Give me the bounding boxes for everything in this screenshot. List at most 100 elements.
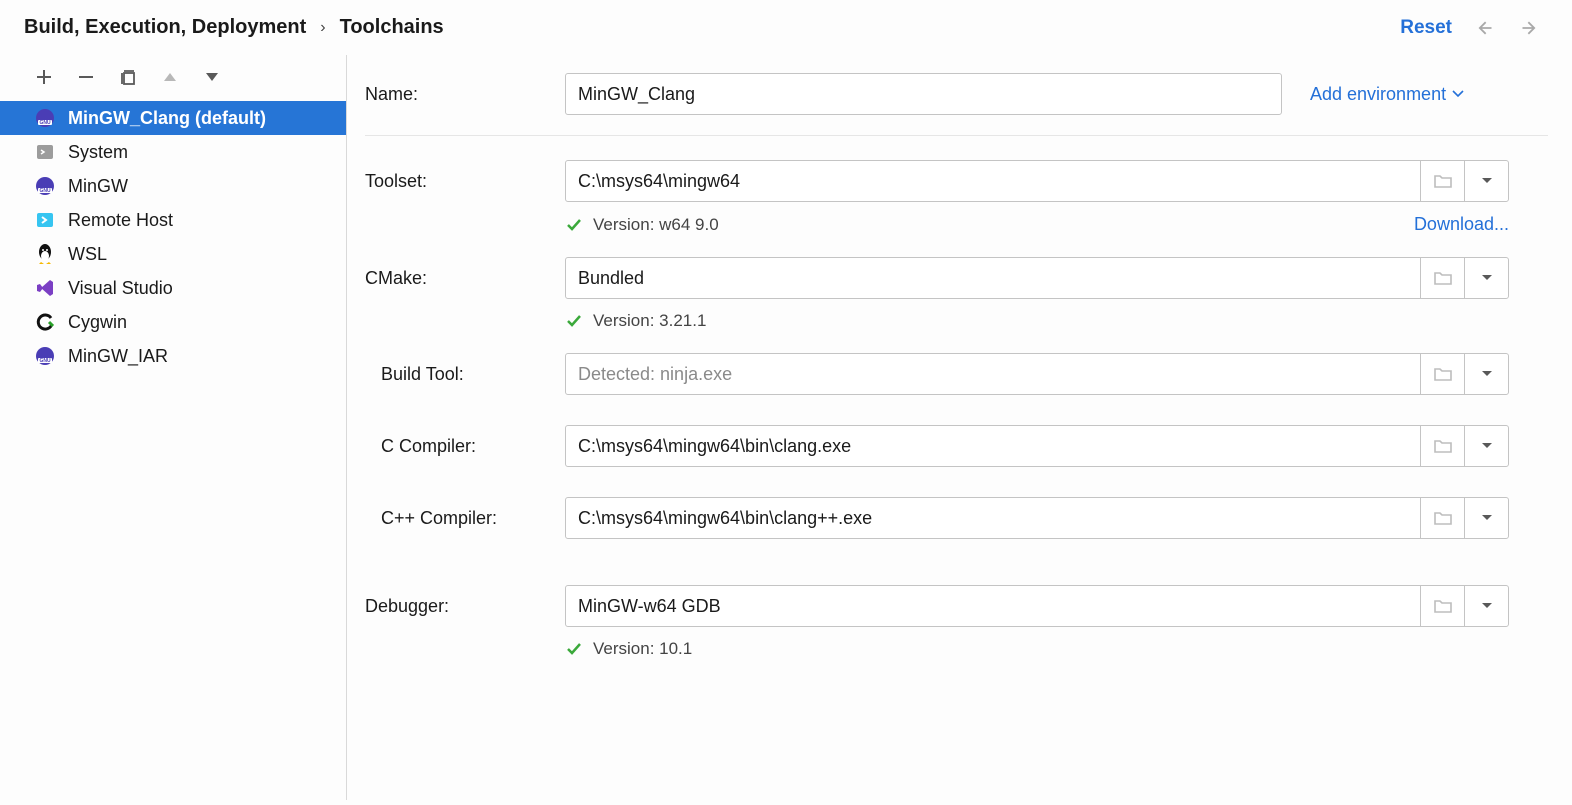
add-environment-button[interactable]: Add environment [1310,84,1464,105]
sidebar-item-label: System [68,142,128,163]
browse-icon[interactable] [1420,426,1464,466]
browse-icon[interactable] [1420,498,1464,538]
add-environment-label: Add environment [1310,84,1446,105]
cmake-input[interactable] [566,268,1420,289]
visual-studio-icon [34,277,56,299]
cmake-status: Version: 3.21.1 [565,311,706,331]
chevron-down-icon[interactable] [1464,258,1508,298]
svg-text:GNU: GNU [39,358,51,364]
sidebar-item-label: Remote Host [68,210,173,231]
back-arrow-icon[interactable] [1470,18,1498,38]
gnu-icon: GNU [34,107,56,129]
header: Build, Execution, Deployment › Toolchain… [0,0,1572,55]
toolset-combo[interactable] [565,160,1509,202]
name-label: Name: [365,84,565,105]
add-icon[interactable] [34,67,54,87]
copy-icon[interactable] [118,67,138,87]
debugger-status: Version: 10.1 [565,639,692,659]
cmake-label: CMake: [365,268,565,289]
move-down-icon[interactable] [202,67,222,87]
cppcompiler-combo[interactable] [565,497,1509,539]
debugger-label: Debugger: [365,596,565,617]
cygwin-icon [34,311,56,333]
row-ccompiler: C Compiler: [365,425,1548,467]
tux-icon [34,243,56,265]
move-up-icon[interactable] [160,67,180,87]
browse-icon[interactable] [1420,161,1464,201]
toolset-label: Toolset: [365,171,565,192]
gnu-icon: GNU [34,175,56,197]
buildtool-label: Build Tool: [365,364,565,385]
sidebar-item-label: MinGW_IAR [68,346,168,367]
toolset-status: Version: w64 9.0 [565,215,719,235]
main-panel: Name: Add environment Toolset: Version: … [347,55,1572,800]
reset-button[interactable]: Reset [1400,17,1452,39]
sidebar-item-label: WSL [68,244,107,265]
gnu-icon: GNU [34,345,56,367]
breadcrumb: Build, Execution, Deployment › Toolchain… [24,16,444,39]
chevron-down-icon[interactable] [1464,426,1508,466]
row-debugger: Debugger: [365,585,1548,627]
row-buildtool: Build Tool: [365,353,1548,395]
row-cppcompiler: C++ Compiler: [365,497,1548,539]
sidebar-item-label: Cygwin [68,312,127,333]
row-cmake: CMake: [365,257,1548,299]
chevron-down-icon[interactable] [1464,161,1508,201]
ccompiler-label: C Compiler: [365,436,565,457]
toolset-status-row: Version: w64 9.0 Download... [565,214,1509,235]
download-link[interactable]: Download... [1414,214,1509,235]
cmake-version-text: Version: 3.21.1 [593,311,706,331]
browse-icon[interactable] [1420,586,1464,626]
chevron-right-icon: › [320,19,325,37]
browse-icon[interactable] [1420,258,1464,298]
cmake-combo[interactable] [565,257,1509,299]
buildtool-input[interactable] [566,364,1420,385]
remove-icon[interactable] [76,67,96,87]
ccompiler-combo[interactable] [565,425,1509,467]
chevron-down-icon [1452,90,1464,98]
header-actions: Reset [1400,17,1544,39]
chevron-down-icon[interactable] [1464,498,1508,538]
system-icon [34,141,56,163]
toolset-input[interactable] [566,171,1420,192]
sidebar: GNU MinGW_Clang (default) System GNU Min… [0,55,347,800]
breadcrumb-current: Toolchains [340,16,444,39]
debugger-version-text: Version: 10.1 [593,639,692,659]
sidebar-item-label: MinGW [68,176,128,197]
sidebar-item-remote-host[interactable]: Remote Host [0,203,346,237]
toolset-version-text: Version: w64 9.0 [593,215,719,235]
chevron-down-icon[interactable] [1464,586,1508,626]
chevron-down-icon[interactable] [1464,354,1508,394]
ccompiler-input[interactable] [566,436,1420,457]
toolchain-list: GNU MinGW_Clang (default) System GNU Min… [0,101,346,373]
sidebar-item-label: Visual Studio [68,278,173,299]
sidebar-item-system[interactable]: System [0,135,346,169]
sidebar-item-cygwin[interactable]: Cygwin [0,305,346,339]
sidebar-item-wsl[interactable]: WSL [0,237,346,271]
row-name: Name: Add environment [365,73,1548,136]
body: GNU MinGW_Clang (default) System GNU Min… [0,55,1572,800]
sidebar-item-label: MinGW_Clang (default) [68,108,266,129]
cppcompiler-label: C++ Compiler: [365,508,565,529]
breadcrumb-parent[interactable]: Build, Execution, Deployment [24,16,306,39]
name-input[interactable] [565,73,1282,115]
sidebar-toolbar [0,61,346,101]
svg-text:GNU: GNU [39,120,51,126]
sidebar-item-mingw[interactable]: GNU MinGW [0,169,346,203]
buildtool-combo[interactable] [565,353,1509,395]
debugger-input[interactable] [566,596,1420,617]
check-icon [565,640,583,658]
row-toolset: Toolset: [365,160,1548,202]
debugger-status-row: Version: 10.1 [565,639,1509,659]
svg-text:GNU: GNU [39,188,51,194]
check-icon [565,312,583,330]
forward-arrow-icon[interactable] [1516,18,1544,38]
remote-icon [34,209,56,231]
sidebar-item-visual-studio[interactable]: Visual Studio [0,271,346,305]
debugger-combo[interactable] [565,585,1509,627]
sidebar-item-mingw-iar[interactable]: GNU MinGW_IAR [0,339,346,373]
sidebar-item-mingw-clang[interactable]: GNU MinGW_Clang (default) [0,101,346,135]
browse-icon[interactable] [1420,354,1464,394]
cppcompiler-input[interactable] [566,508,1420,529]
check-icon [565,216,583,234]
